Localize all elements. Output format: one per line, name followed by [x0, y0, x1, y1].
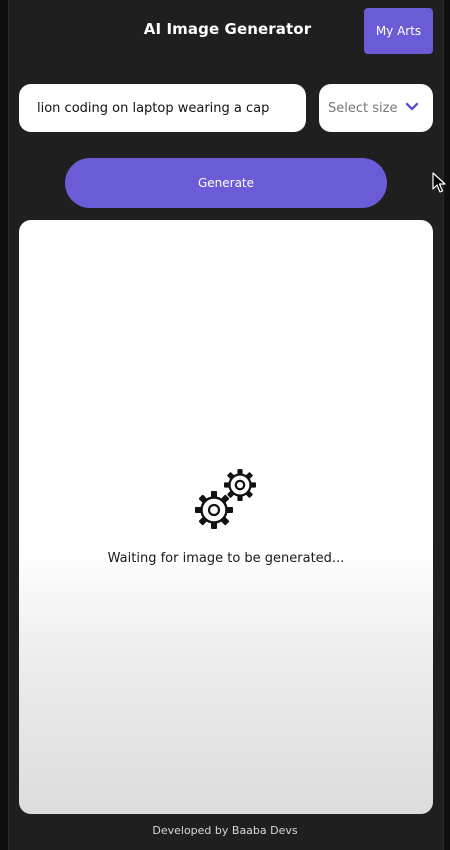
mouse-pointer-icon — [432, 172, 446, 193]
footer-credit: Developed by Baaba Devs — [152, 824, 298, 837]
app-title: AI Image Generator — [143, 20, 312, 38]
status-text: Waiting for image to be generated... — [107, 551, 345, 566]
my-arts-button[interactable]: My Arts — [364, 8, 433, 54]
prompt-input[interactable] — [19, 84, 306, 132]
gears-icon — [195, 469, 256, 529]
chevron-down-icon — [405, 102, 419, 111]
image-preview-area: Waiting for image to be generated... — [19, 220, 433, 814]
size-select-label: Select size — [328, 100, 398, 116]
generate-button[interactable]: Generate — [65, 158, 387, 208]
size-select[interactable]: Select size — [319, 84, 433, 132]
